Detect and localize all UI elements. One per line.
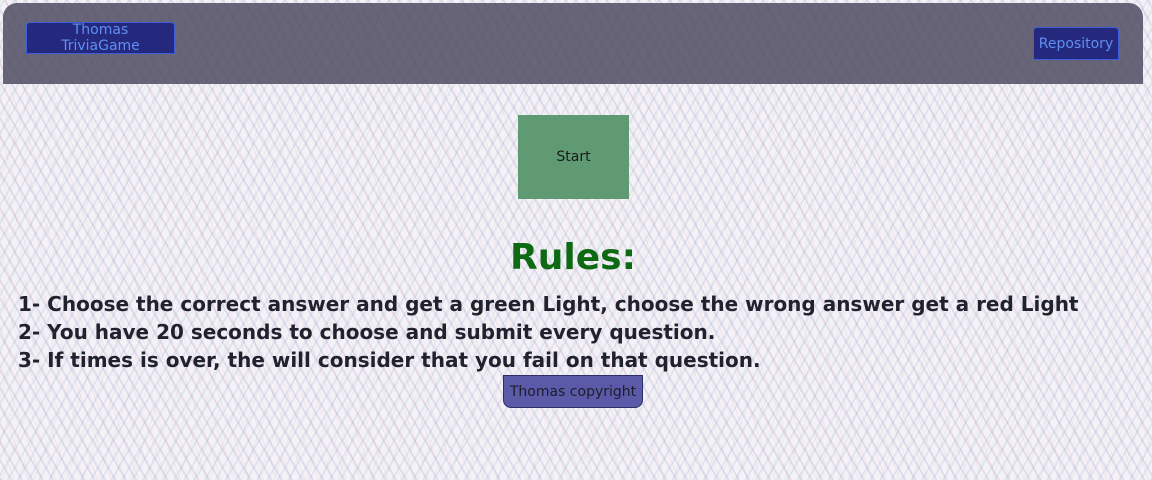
- rule-item-2: 2- You have 20 seconds to choose and sub…: [18, 320, 716, 344]
- rules-list: 1- Choose the correct answer and get a g…: [18, 290, 1138, 374]
- start-button[interactable]: Start: [518, 115, 629, 199]
- rule-item-3: 3- If times is over, the will consider t…: [18, 348, 761, 372]
- copyright-footer: Thomas copyright: [503, 375, 643, 408]
- rules-title: Rules:: [510, 237, 636, 278]
- brand-button[interactable]: Thomas TriviaGame: [26, 22, 175, 54]
- top-navbar: Thomas TriviaGame Repository: [3, 3, 1143, 84]
- repository-button[interactable]: Repository: [1033, 27, 1119, 60]
- rule-item-1: 1- Choose the correct answer and get a g…: [18, 292, 1079, 316]
